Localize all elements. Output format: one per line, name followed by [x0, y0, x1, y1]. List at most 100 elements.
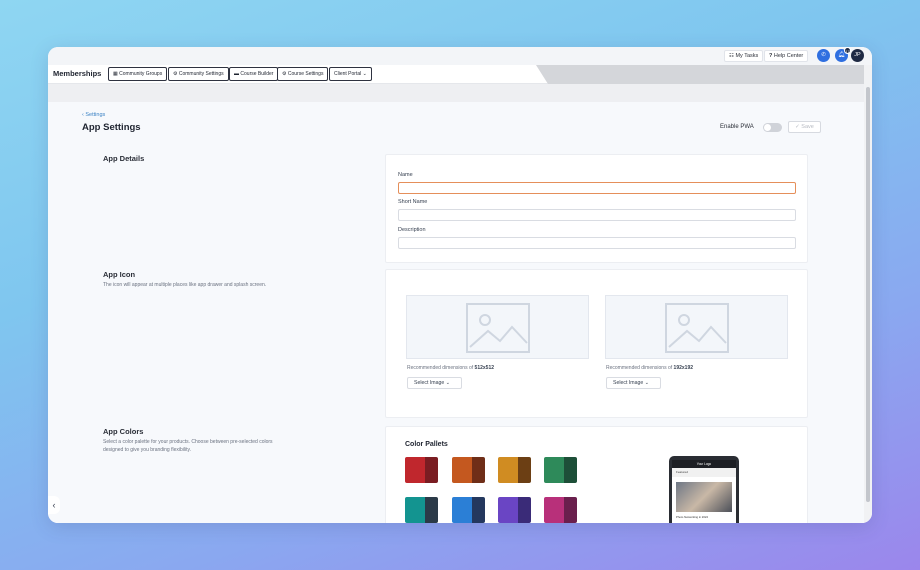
monitor-icon: ▬: [234, 71, 239, 77]
swatch-secondary: [472, 497, 485, 523]
description-input[interactable]: [398, 237, 796, 249]
pwa-label: Enable PWA: [720, 124, 754, 130]
scrollbar-thumb[interactable]: [866, 87, 870, 502]
avatar[interactable]: JP: [851, 49, 864, 62]
gear-icon: ⚙: [282, 71, 287, 77]
swatch-secondary: [518, 497, 531, 523]
course-settings-button[interactable]: ⚙ Course Settings: [277, 67, 329, 81]
app-colors-card: Color Pallets Your Logo Featured Photo N…: [385, 426, 808, 523]
description-label: Description: [398, 227, 426, 233]
rec-prefix-512: Recommended dimensions of: [407, 365, 474, 371]
color-swatch[interactable]: [498, 457, 531, 483]
module-navbar: Memberships ▦ Community Groups ⚙ Communi…: [48, 65, 872, 84]
app-icon-description: The icon will appear at multiple places …: [103, 282, 267, 288]
app-details-title: App Details: [103, 154, 145, 163]
select-image-label: Select Image: [414, 380, 445, 386]
help-center-button[interactable]: ? Help Center: [764, 50, 809, 62]
save-button[interactable]: ✓ Save: [788, 121, 821, 133]
icon-512-dropzone[interactable]: [406, 295, 589, 359]
notification-badge: 17: [844, 47, 851, 54]
my-tasks-label: My Tasks: [735, 53, 759, 59]
bell-icon: 🔔︎: [838, 52, 845, 58]
swatch-secondary: [425, 457, 438, 483]
client-portal-dropdown[interactable]: Client Portal ⌄: [329, 67, 372, 81]
select-image-label: Select Image: [613, 380, 644, 386]
course-builder-button[interactable]: ▬ Course Builder: [229, 67, 279, 81]
app-details-card: Name Short Name Description: [385, 154, 808, 263]
community-groups-button[interactable]: ▦ Community Groups: [108, 67, 168, 81]
name-label: Name: [398, 172, 413, 178]
sub-toolbar: [48, 84, 864, 102]
image-placeholder-icon: [466, 303, 530, 353]
module-title: Memberships: [53, 69, 102, 78]
icon-192-dropzone[interactable]: [605, 295, 788, 359]
color-swatch[interactable]: [544, 497, 577, 523]
groups-icon: ▦: [113, 71, 118, 77]
gear-icon: ⚙: [173, 71, 178, 77]
swatch-primary: [452, 457, 473, 483]
client-portal-label: Client Portal: [334, 71, 362, 77]
swatch-primary: [544, 457, 565, 483]
collapse-sidebar-button[interactable]: ‹: [48, 496, 60, 514]
rec-size-512: 512x512: [474, 365, 495, 371]
icon-512-recommendation: Recommended dimensions of 512x512: [407, 365, 494, 371]
course-settings-label: Course Settings: [287, 71, 324, 77]
tasks-icon: ☷: [729, 53, 734, 59]
phone-icon: ✆: [821, 52, 826, 58]
swatch-secondary: [425, 497, 438, 523]
swatch-secondary: [564, 457, 577, 483]
chevron-down-icon: ⌄: [644, 380, 650, 386]
app-icon-title: App Icon: [103, 270, 136, 279]
community-settings-button[interactable]: ⚙ Community Settings: [168, 67, 229, 81]
color-swatch[interactable]: [452, 457, 485, 483]
app-colors-title: App Colors: [103, 427, 144, 436]
app-icon-card: Recommended dimensions of 512x512 Select…: [385, 269, 808, 418]
swatch-secondary: [472, 457, 485, 483]
course-builder-label: Course Builder: [240, 71, 274, 77]
phone-button[interactable]: ✆: [817, 49, 830, 62]
name-input[interactable]: [398, 182, 796, 194]
chevron-left-icon: ‹: [82, 112, 84, 118]
notifications-button[interactable]: 🔔︎ 17: [835, 47, 851, 62]
my-tasks-button[interactable]: ☷ My Tasks: [724, 50, 764, 62]
avatar-initials: JP: [854, 52, 861, 58]
color-swatch[interactable]: [452, 497, 485, 523]
help-icon: ?: [769, 53, 773, 59]
save-label: Save: [801, 124, 814, 130]
utility-bar: ☷ My Tasks ? Help Center ✆ 🔔︎ 17 JP: [48, 47, 872, 65]
preview-logo: Your Logo: [672, 460, 736, 468]
swatch-primary: [498, 497, 519, 523]
preview-photo: [676, 482, 732, 512]
main-content: ‹ Settings App Settings Enable PWA ✓ Sav…: [48, 102, 864, 523]
phone-screen: Your Logo Featured Photo Networking in 2…: [672, 460, 736, 523]
select-image-512-button[interactable]: Select Image ⌄: [407, 377, 462, 389]
pwa-toggle[interactable]: [763, 123, 782, 132]
chevron-left-icon: ‹: [52, 500, 56, 510]
page-title: App Settings: [82, 122, 141, 133]
swatch-primary: [405, 497, 426, 523]
preview-section: Featured: [672, 468, 736, 477]
app-window: ☷ My Tasks ? Help Center ✆ 🔔︎ 17 JP Memb…: [48, 47, 872, 523]
community-settings-label: Community Settings: [178, 71, 224, 77]
short-name-label: Short Name: [398, 199, 428, 205]
select-image-192-button[interactable]: Select Image ⌄: [606, 377, 661, 389]
color-pallets-title: Color Pallets: [405, 441, 448, 448]
swatch-secondary: [564, 497, 577, 523]
image-placeholder-icon: [665, 303, 729, 353]
color-swatch[interactable]: [498, 497, 531, 523]
color-swatch[interactable]: [405, 497, 438, 523]
app-preview-phone: Your Logo Featured Photo Networking in 2…: [669, 456, 739, 523]
icon-192-recommendation: Recommended dimensions of 192x192: [606, 365, 693, 371]
back-link-label: Settings: [85, 112, 106, 118]
back-link[interactable]: ‹ Settings: [82, 112, 105, 118]
swatch-primary: [498, 457, 519, 483]
swatch-primary: [544, 497, 565, 523]
color-swatch[interactable]: [405, 457, 438, 483]
swatch-primary: [405, 457, 426, 483]
help-center-label: Help Center: [773, 53, 804, 59]
color-swatch[interactable]: [544, 457, 577, 483]
chevron-down-icon: ⌄: [445, 380, 451, 386]
short-name-input[interactable]: [398, 209, 796, 221]
community-groups-label: Community Groups: [119, 71, 163, 77]
navbar-shading: [536, 65, 872, 84]
